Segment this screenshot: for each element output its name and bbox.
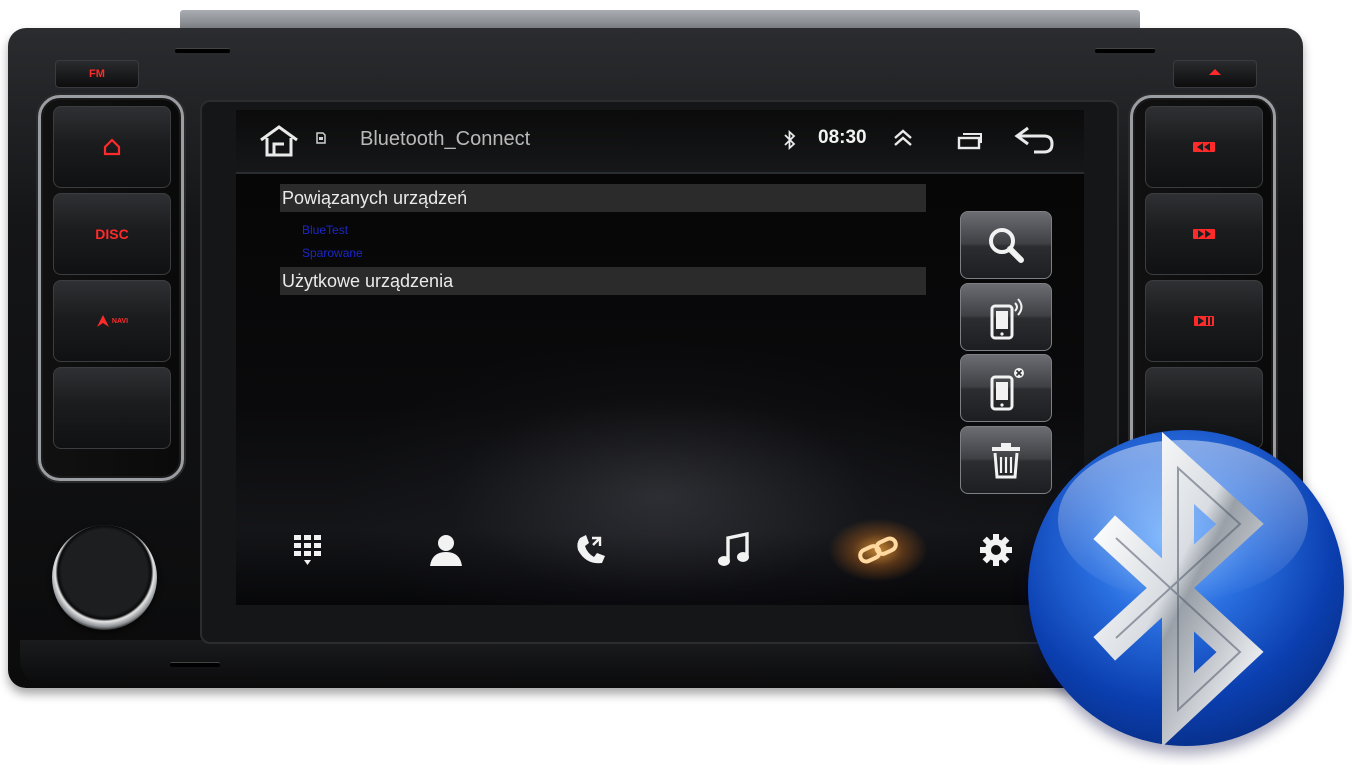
bluetooth-logo-icon <box>1093 431 1264 746</box>
next-track-icon <box>1193 229 1215 239</box>
prev-track-icon <box>1193 142 1215 152</box>
settings-icon <box>980 534 1012 566</box>
navi-icon: NAVI <box>96 314 128 328</box>
contacts-icon <box>430 535 462 566</box>
link-icon <box>858 536 898 564</box>
device-status: Sparowane <box>302 246 363 260</box>
nav-music[interactable] <box>694 518 774 582</box>
nav-dialpad[interactable] <box>268 518 348 582</box>
music-icon <box>718 532 749 566</box>
search-devices-button[interactable] <box>960 211 1052 279</box>
eject-button[interactable] <box>1173 60 1257 88</box>
call-log-icon <box>577 535 605 564</box>
trash-icon <box>992 443 1020 479</box>
next-track-hw-button[interactable] <box>1145 193 1263 275</box>
play-pause-icon <box>1194 316 1214 326</box>
left-button-panel: DISC NAVI <box>38 95 184 481</box>
right-button-panel <box>1130 95 1276 481</box>
bottom-slot <box>170 662 220 667</box>
fm-label: FM <box>89 68 105 80</box>
prev-track-hw-button[interactable] <box>1145 106 1263 188</box>
volume-knob[interactable] <box>52 525 157 630</box>
nav-contacts[interactable] <box>406 518 486 582</box>
blank-hw-button[interactable] <box>53 367 171 449</box>
clock: 08:30 <box>818 127 867 148</box>
nav-call-log[interactable] <box>550 518 630 582</box>
touch-screen: Bluetooth_Connect 08:30 Powiązanych urzą… <box>236 110 1084 605</box>
disc-label: DISC <box>95 226 129 242</box>
home-hw-button[interactable] <box>53 106 171 188</box>
search-icon <box>989 228 1024 263</box>
app-title: Bluetooth_Connect <box>360 128 531 150</box>
nav-settings[interactable] <box>956 518 1036 582</box>
navi-hw-button[interactable]: NAVI <box>53 280 171 362</box>
disc-slot-left <box>175 48 230 53</box>
double-chevron-up-icon[interactable] <box>892 128 914 148</box>
bluetooth-logo-badge <box>1028 430 1344 746</box>
available-devices-header: Użytkowe urządzenia <box>280 267 926 295</box>
disconnect-device-button[interactable] <box>960 354 1052 422</box>
back-icon[interactable] <box>1012 124 1056 156</box>
recent-apps-icon[interactable] <box>957 132 983 150</box>
bluetooth-icon <box>784 130 796 150</box>
disc-slot-right <box>1095 48 1155 53</box>
bottom-navigation <box>236 510 1084 590</box>
home-icon <box>103 138 121 156</box>
home-icon[interactable] <box>258 124 300 158</box>
status-bar: Bluetooth_Connect 08:30 <box>236 110 1084 174</box>
navi-label: NAVI <box>111 317 129 325</box>
dialpad-icon <box>294 535 321 565</box>
disc-hw-button[interactable]: DISC <box>53 193 171 275</box>
paired-devices-header: Powiązanych urządzeń <box>280 184 926 212</box>
eject-icon <box>1209 69 1221 75</box>
fm-button[interactable]: FM <box>55 60 139 88</box>
connect-device-button[interactable] <box>960 283 1052 351</box>
sd-card-icon <box>316 132 326 144</box>
nav-bluetooth-connect[interactable] <box>828 518 928 582</box>
play-pause-hw-button[interactable] <box>1145 280 1263 362</box>
phone-disconnect-icon <box>990 368 1024 411</box>
phone-connect-icon <box>990 298 1023 340</box>
device-name: BlueTest <box>302 223 349 237</box>
